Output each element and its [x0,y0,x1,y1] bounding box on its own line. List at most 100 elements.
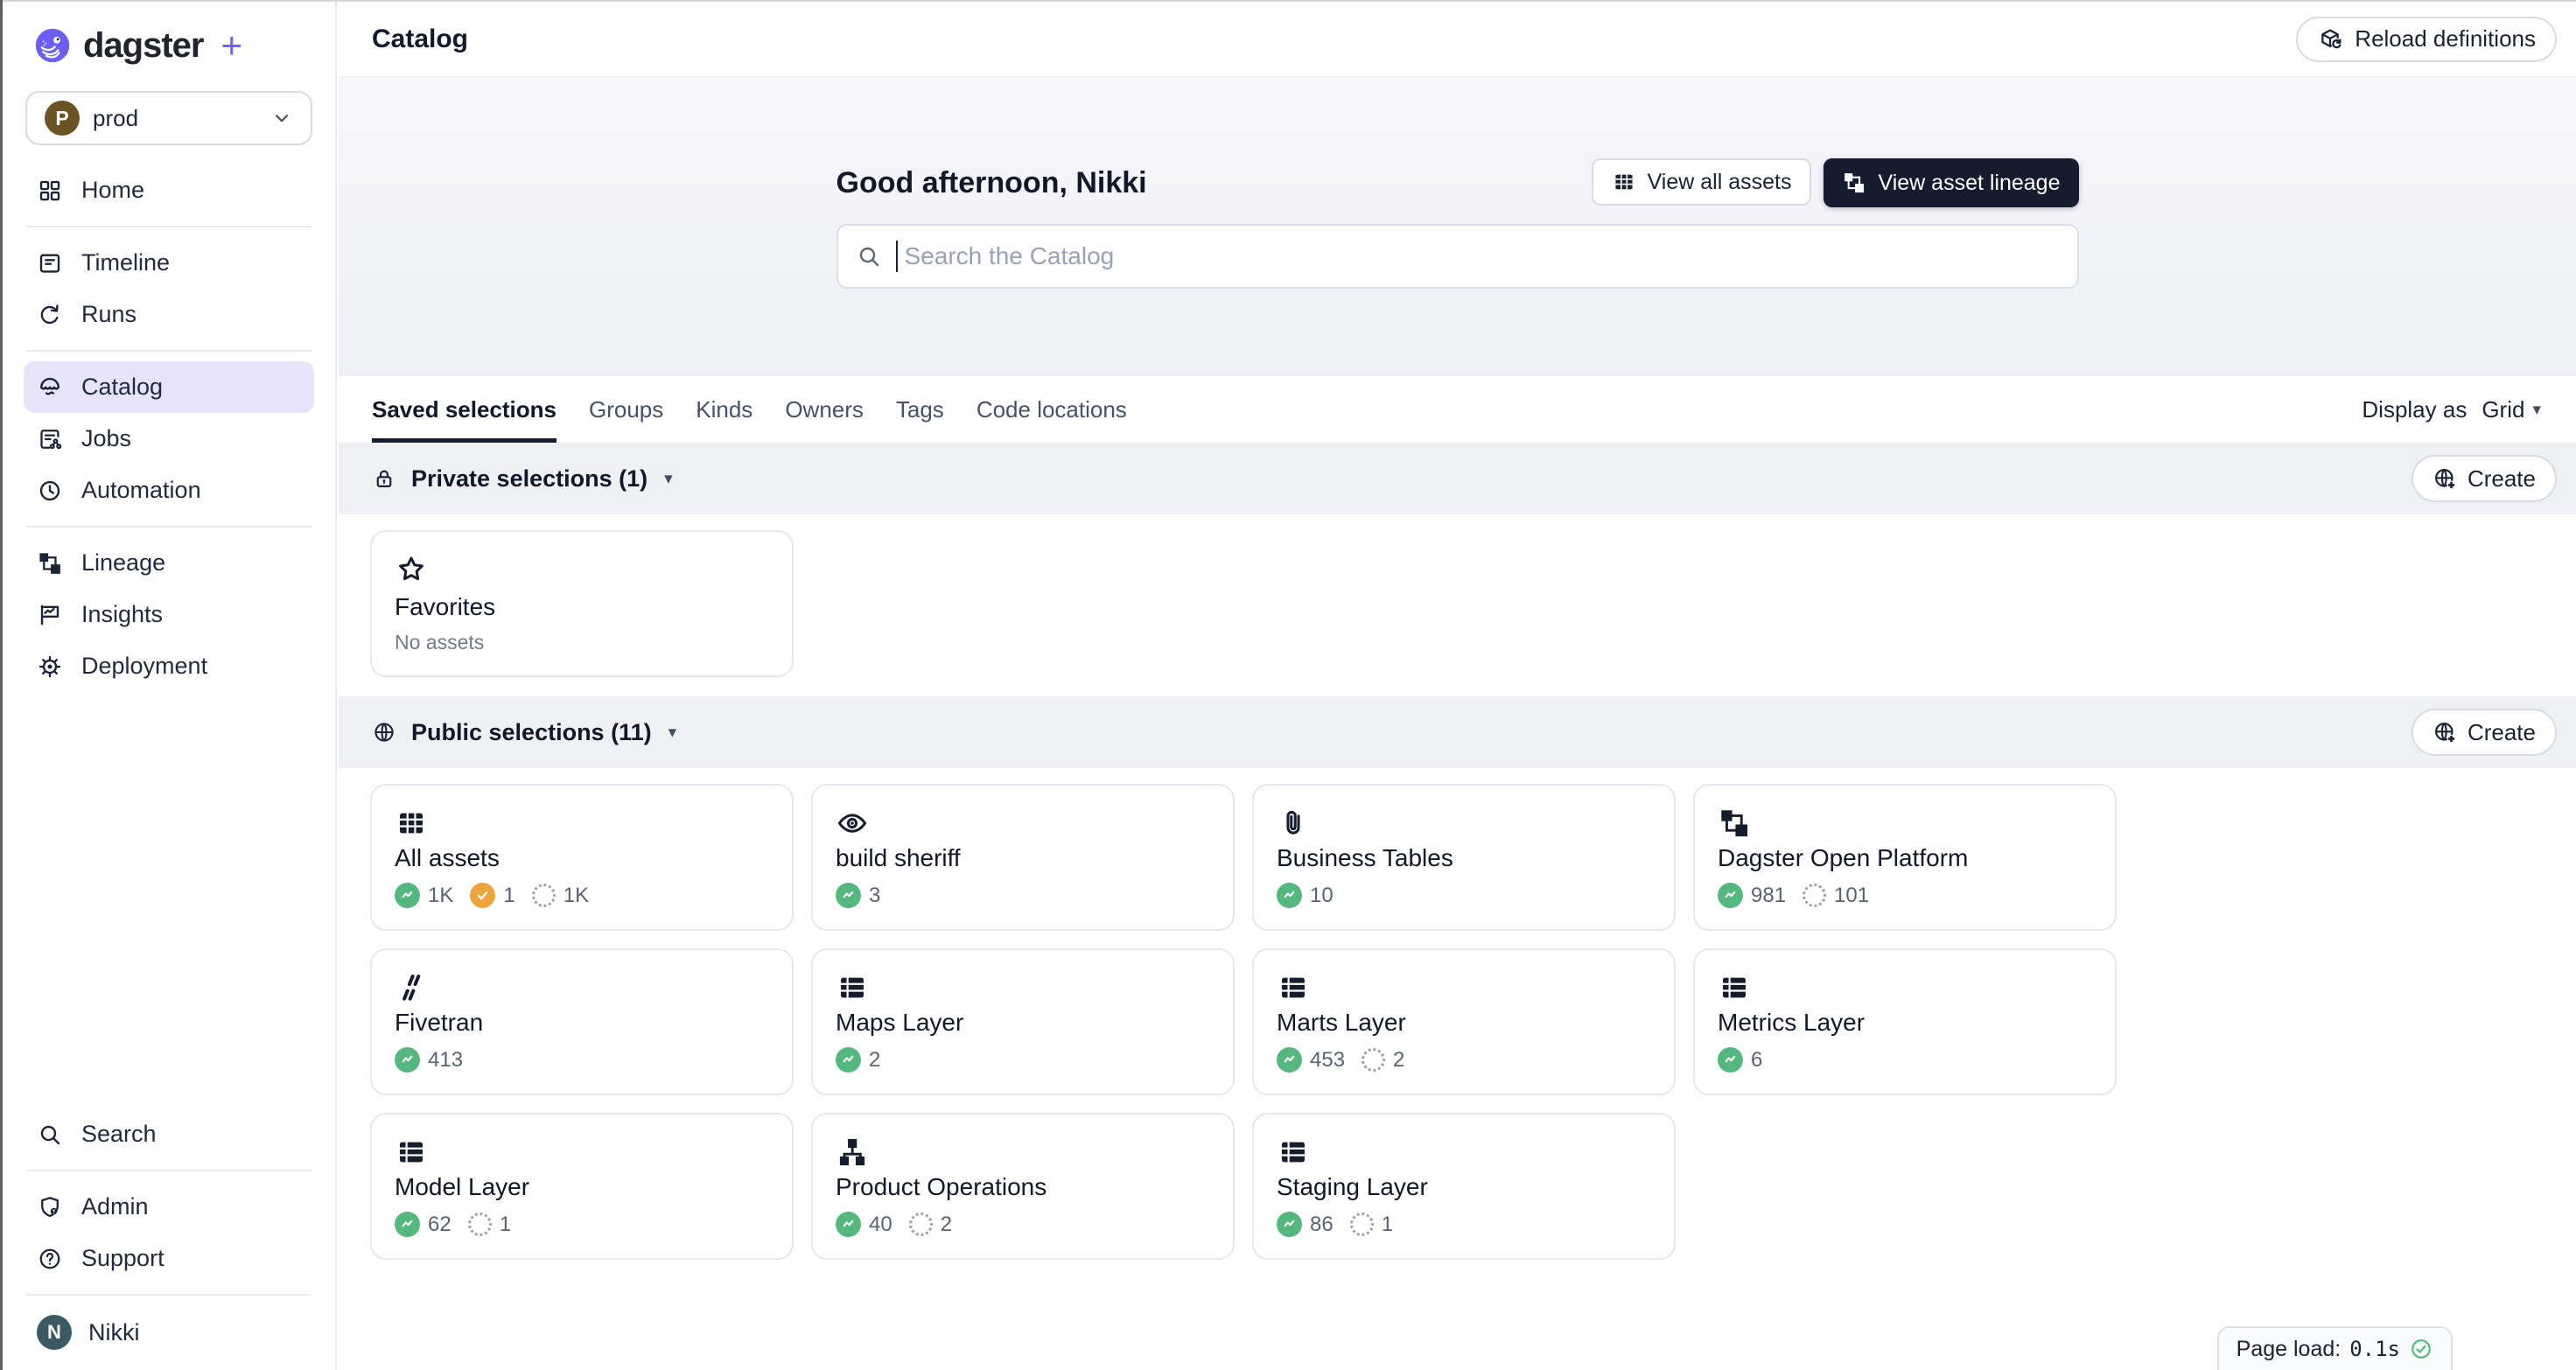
tab-tags[interactable]: Tags [896,376,944,443]
catalog-tabs: Saved selections Groups Kinds Owners Tag… [372,376,1127,443]
tab-groups[interactable]: Groups [589,376,663,443]
materialized-status-icon [836,1212,861,1237]
display-as-select[interactable]: Grid ▾ [2482,396,2541,423]
sidebar-item-home[interactable]: Home [24,164,314,216]
display-as-control: Display as Grid ▾ [2362,376,2541,443]
reload-definitions-button[interactable]: Reload definitions [2296,17,2557,62]
catalog-icon [37,374,63,401]
table-rows-icon [1277,1136,1310,1169]
card-title: Metrics Layer [1718,1009,2092,1037]
card-badges: 861 [1277,1212,1651,1237]
selection-card[interactable]: Marts Layer 4532 [1252,948,1676,1095]
text-cursor [896,241,898,272]
sidebar-item-support[interactable]: Support [24,1233,314,1284]
runs-loop-icon [37,302,63,328]
search-icon [37,1122,63,1148]
card-badges: 10 [1277,883,1651,908]
sidebar-item-automation[interactable]: Automation [24,465,314,516]
selection-card[interactable]: Model Layer 621 [370,1113,794,1260]
never-materialized-status-icon [1362,1048,1385,1072]
user-name: Nikki [88,1319,140,1346]
fivetran-icon [395,971,428,1004]
materialized-count-badge: 10 [1277,883,1334,908]
create-private-selection-button[interactable]: Create [2412,455,2557,502]
selection-card[interactable]: Business Tables 10 [1252,784,1676,931]
tab-saved-selections[interactable]: Saved selections [372,376,556,443]
main-content: Catalog Reload definitions Good afternoo… [339,2,2576,1370]
star-icon [395,553,428,586]
brand-wordmark: dagster [83,26,204,66]
sidebar-item-label: Support [81,1245,164,1272]
caret-down-icon[interactable]: ▾ [668,723,677,743]
create-label: Create [2468,465,2536,493]
view-all-assets-button[interactable]: View all assets [1592,158,1812,206]
missing-count-badge: 2 [1362,1048,1404,1073]
selection-card[interactable]: Staging Layer 861 [1252,1113,1676,1260]
caret-down-icon[interactable]: ▾ [664,469,673,489]
catalog-search-box[interactable] [836,224,2079,289]
materialized-count-badge: 62 [395,1212,452,1237]
page-load-label: Page load: [2236,1337,2342,1362]
sidebar-item-catalog[interactable]: Catalog [24,361,314,413]
sidebar-item-label: Catalog [81,374,163,401]
missing-count-badge: 1 [468,1213,511,1237]
materialized-status-icon [1277,1047,1302,1073]
card-badges: 62 1 [395,1212,769,1237]
sidebar-item-deployment[interactable]: Deployment [24,640,314,692]
sidebar-bottom: Search Admin Support N Nikki [3,1108,335,1370]
selection-card[interactable]: build sheriff 3 [811,784,1235,931]
tab-kinds[interactable]: Kinds [696,376,752,443]
badge-count: 10 [1310,884,1334,908]
workspace-selector[interactable]: P prod [25,91,312,145]
selection-card[interactable]: Fivetran 413 [370,948,794,1095]
public-cards-grid: All assets 1K11K build sheriff 3 Busines… [370,784,2557,1260]
badge-count: 453 [1310,1048,1345,1073]
sidebar-item-lineage[interactable]: Lineage [24,537,314,589]
public-selections-band: Public selections (11) ▾ Create [339,696,2576,768]
card-title: Maps Layer [836,1009,1210,1037]
catalog-tabs-row: Saved selections Groups Kinds Owners Tag… [339,376,2576,443]
materialized-count-badge: 3 [836,883,880,908]
lineage-icon [37,550,63,577]
sidebar-item-insights[interactable]: Insights [24,589,314,640]
sidebar-item-timeline[interactable]: Timeline [24,237,314,289]
lineage-icon [1718,807,1751,840]
sidebar-item-jobs[interactable]: Jobs [24,413,314,465]
sidebar-item-admin[interactable]: Admin [24,1181,314,1233]
tab-code-locations[interactable]: Code locations [976,376,1127,443]
card-title: Fivetran [395,1009,769,1037]
globe-plus-icon [2432,466,2458,492]
public-cards-area: All assets 1K11K build sheriff 3 Busines… [339,768,2576,1279]
badge-count: 1 [503,884,514,908]
sidebar-item-search[interactable]: Search [24,1108,314,1160]
catalog-hero: Good afternoon, Nikki View all assets Vi… [339,77,2576,376]
tab-owners[interactable]: Owners [785,376,864,443]
reload-definitions-label: Reload definitions [2355,25,2536,52]
insights-flag-icon [37,602,63,628]
create-public-selection-button[interactable]: Create [2412,709,2557,756]
card-badges: 2 [836,1047,1210,1073]
selection-card[interactable]: Favorites No assets [370,530,794,677]
sidebar-item-runs[interactable]: Runs [24,289,314,340]
badge-count: 101 [1834,884,1869,908]
view-asset-lineage-button[interactable]: View asset lineage [1824,158,2078,207]
caret-down-icon: ▾ [2532,400,2541,420]
missing-count-badge: 2 [909,1213,952,1237]
selection-card[interactable]: Maps Layer 2 [811,948,1235,1095]
greeting-text: Good afternoon, Nikki [836,166,1147,200]
selection-card[interactable]: Product Operations 402 [811,1113,1235,1260]
window-top-edge [0,0,2576,2]
materialized-status-icon [836,883,861,908]
badge-count: 6 [1751,1048,1762,1073]
selection-card[interactable]: Dagster Open Platform 981101 [1693,784,2117,931]
selection-card[interactable]: All assets 1K11K [370,784,794,931]
user-menu[interactable]: N Nikki [24,1305,314,1360]
dagster-logo[interactable]: dagster + [3,2,335,66]
selection-card[interactable]: Metrics Layer 6 [1693,948,2117,1095]
materialized-status-icon [395,1047,420,1073]
private-selections-title: Private selections (1) [411,465,648,493]
table-rows-icon [836,971,869,1004]
catalog-search-input[interactable] [905,242,2060,270]
card-title: Staging Layer [1277,1173,1651,1201]
sidebar-item-label: Insights [81,601,163,628]
